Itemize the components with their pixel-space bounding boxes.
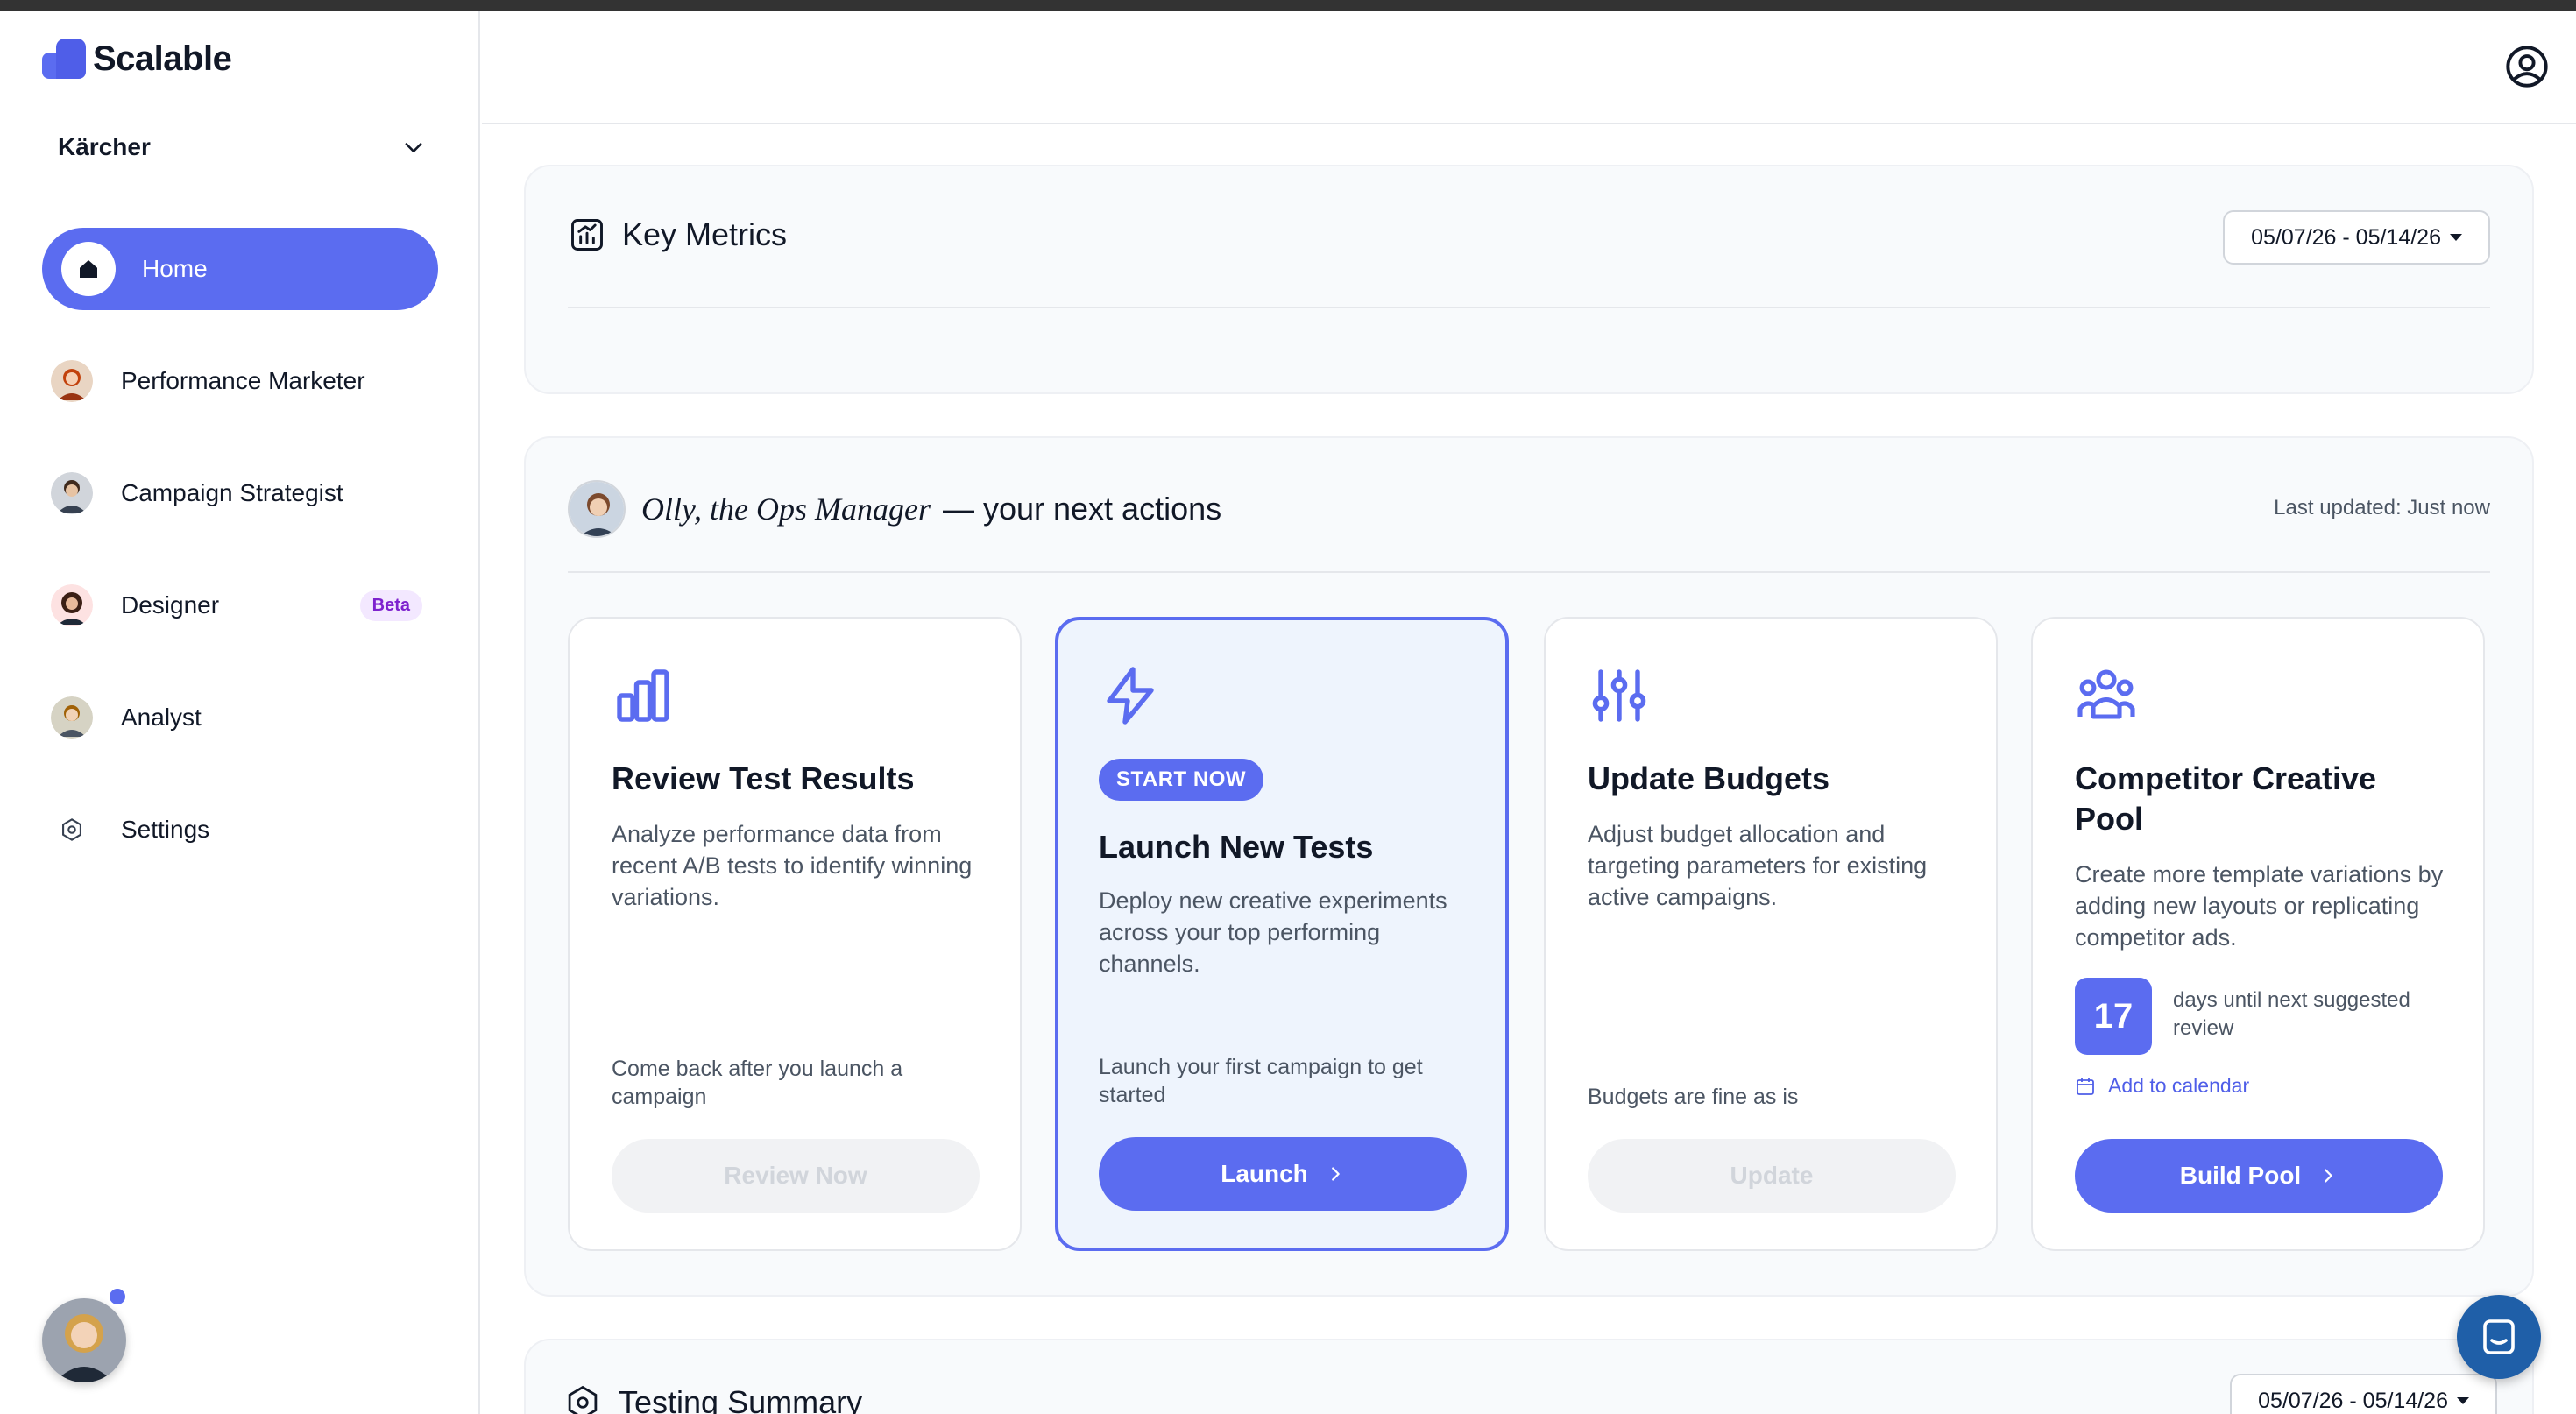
sidebar-item-home[interactable]: Home bbox=[42, 228, 438, 310]
caret-down-icon bbox=[2457, 1397, 2469, 1404]
notification-dot bbox=[107, 1286, 128, 1307]
performance-marketer-avatar bbox=[51, 360, 93, 402]
sidebar-item-label: Analyst bbox=[121, 703, 202, 731]
divider bbox=[568, 571, 2490, 573]
lightning-icon bbox=[1107, 667, 1154, 725]
last-updated-text: Last updated: Just now bbox=[2274, 496, 2490, 520]
date-range-picker[interactable]: 05/07/26 - 05/14/26 bbox=[2223, 210, 2490, 265]
build-pool-button[interactable]: Build Pool bbox=[2075, 1139, 2443, 1213]
testing-summary-panel: Testing Summary 05/07/26 - 05/14/26 bbox=[524, 1339, 2534, 1414]
beta-badge: Beta bbox=[359, 590, 422, 621]
next-actions-title: — your next actions bbox=[942, 491, 1222, 527]
account-icon[interactable] bbox=[2504, 44, 2550, 89]
update-budgets-card: Update Budgets Adjust budget allocation … bbox=[1544, 617, 1998, 1251]
card-status-note: Come back after you launch a campaign bbox=[612, 1057, 903, 1109]
launch-button[interactable]: Launch bbox=[1099, 1137, 1467, 1211]
sidebar-item-label: Campaign Strategist bbox=[121, 479, 343, 506]
persona-name: Olly, the Ops Manager bbox=[641, 491, 931, 527]
launch-new-tests-card: START NOW Launch New Tests Deploy new cr… bbox=[1055, 617, 1509, 1251]
gear-icon bbox=[51, 809, 93, 851]
campaign-strategist-avatar bbox=[51, 472, 93, 514]
card-description: Create more template variations by addin… bbox=[2075, 861, 2444, 951]
competitor-creative-pool-card: Competitor Creative Pool Create more tem… bbox=[2031, 617, 2485, 1251]
button-label: Update bbox=[1730, 1162, 1814, 1189]
card-status-note: Launch your first campaign to get starte… bbox=[1099, 1055, 1423, 1107]
key-metrics-header: Key Metrics bbox=[568, 216, 787, 254]
user-avatar[interactable] bbox=[42, 1298, 126, 1382]
review-test-results-card: Review Test Results Analyze performance … bbox=[568, 617, 1022, 1251]
caret-down-icon bbox=[2450, 234, 2462, 241]
home-icon bbox=[61, 242, 116, 296]
brand-name: Scalable bbox=[93, 39, 232, 78]
sidebar-item-campaign-strategist[interactable]: Campaign Strategist bbox=[42, 452, 438, 534]
sidebar-item-performance-marketer[interactable]: Performance Marketer bbox=[42, 340, 438, 422]
chevron-right-icon bbox=[1331, 1167, 1340, 1181]
chevron-right-icon bbox=[2325, 1169, 2332, 1183]
top-header bbox=[482, 11, 2576, 124]
review-now-button[interactable]: Review Now bbox=[612, 1139, 980, 1213]
org-selector-value: Kärcher bbox=[58, 133, 151, 160]
next-actions-header: Olly, the Ops Manager — your next action… bbox=[568, 480, 1221, 538]
next-actions-panel: Olly, the Ops Manager — your next action… bbox=[524, 436, 2534, 1297]
card-title: Review Test Results bbox=[612, 760, 915, 796]
button-label: Launch bbox=[1221, 1160, 1308, 1187]
sidebar-item-settings[interactable]: Settings bbox=[42, 788, 438, 871]
sidebar-item-label: Home bbox=[142, 255, 208, 282]
chart-trend-icon bbox=[571, 219, 603, 251]
brand-logo[interactable]: Scalable bbox=[42, 39, 232, 79]
logo-mark-icon bbox=[42, 39, 86, 79]
button-label: Build Pool bbox=[2179, 1162, 2302, 1189]
sidebar-item-label: Designer bbox=[121, 591, 220, 619]
divider bbox=[568, 307, 2490, 308]
date-range-value: 05/07/26 - 05/14/26 bbox=[2258, 1388, 2448, 1413]
card-description: Analyze performance data from recent A/B… bbox=[612, 821, 973, 910]
designer-avatar bbox=[51, 584, 93, 626]
start-now-badge: START NOW bbox=[1099, 759, 1264, 801]
panel-title: Testing Summary bbox=[619, 1384, 863, 1414]
button-label: Review Now bbox=[724, 1162, 867, 1189]
sidebar-item-analyst[interactable]: Analyst bbox=[42, 676, 438, 759]
chat-launcher-button[interactable] bbox=[2457, 1295, 2541, 1379]
sidebar-item-label: Performance Marketer bbox=[121, 367, 365, 394]
sidebar-item-label: Settings bbox=[121, 816, 210, 843]
card-title: Competitor Creative Pool bbox=[2075, 760, 2377, 837]
add-to-calendar-label: Add to calendar bbox=[2108, 1074, 2250, 1097]
date-range-value: 05/07/26 - 05/14/26 bbox=[2251, 224, 2441, 250]
sidebar-item-designer[interactable]: Designer Beta bbox=[42, 564, 438, 647]
card-description: Deploy new creative experiments across y… bbox=[1099, 887, 1447, 977]
sidebar: Scalable Kärcher Home Performance Market… bbox=[0, 11, 480, 1414]
chat-icon bbox=[2483, 1319, 2515, 1354]
panel-title: Key Metrics bbox=[622, 216, 788, 252]
card-title: Update Budgets bbox=[1588, 760, 1830, 796]
add-to-calendar-link[interactable]: Add to calendar bbox=[2075, 1074, 2249, 1098]
testing-date-range-picker[interactable]: 05/07/26 - 05/14/26 bbox=[2230, 1374, 2497, 1414]
card-status-note: Budgets are fine as is bbox=[1588, 1085, 1799, 1109]
sliders-icon bbox=[1592, 669, 1646, 722]
update-button[interactable]: Update bbox=[1588, 1139, 1956, 1213]
people-group-icon bbox=[2077, 669, 2135, 719]
testing-summary-header: Testing Summary bbox=[564, 1384, 862, 1414]
card-title: Launch New Tests bbox=[1099, 829, 1374, 865]
ops-manager-avatar bbox=[568, 480, 626, 538]
chevron-down-icon bbox=[405, 143, 422, 152]
card-description: Adjust budget allocation and targeting p… bbox=[1588, 821, 1928, 910]
org-selector[interactable]: Kärcher bbox=[58, 123, 426, 172]
key-metrics-panel: Key Metrics 05/07/26 - 05/14/26 bbox=[524, 165, 2534, 394]
sidebar-nav: Home Performance Marketer Campaign Strat… bbox=[42, 228, 438, 901]
calendar-icon bbox=[2077, 1078, 2094, 1095]
analyst-avatar bbox=[51, 696, 93, 739]
hexagon-icon bbox=[568, 1385, 598, 1414]
window-top-strip bbox=[0, 0, 2576, 11]
bar-chart-icon bbox=[617, 669, 669, 722]
days-counter-label: days until next suggested review bbox=[2173, 988, 2410, 1040]
days-counter: 17 bbox=[2075, 978, 2152, 1055]
